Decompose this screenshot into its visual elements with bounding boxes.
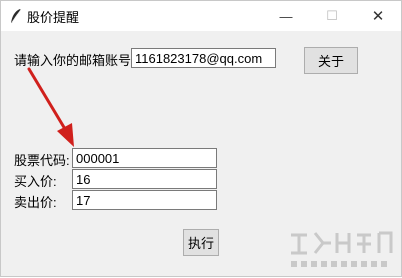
app-window: 股价提醒 — ☐ ✕ 请输入你的邮箱账号: 关于 股票代码: 买入价: 卖出价:… <box>0 0 402 277</box>
maximize-icon: ☐ <box>326 8 338 23</box>
watermark-logo-icon <box>291 231 393 267</box>
title-bar: 股价提醒 — ☐ ✕ <box>1 1 401 31</box>
window-title: 股价提醒 <box>27 10 80 25</box>
email-field[interactable] <box>131 48 276 68</box>
feather-icon <box>11 9 22 24</box>
stock-code-label: 股票代码: <box>14 153 70 168</box>
sell-price-field[interactable] <box>72 190 217 210</box>
sell-price-label: 卖出价: <box>14 195 57 210</box>
minimize-button[interactable]: — <box>263 1 309 31</box>
close-icon: ✕ <box>371 8 385 25</box>
stock-code-field[interactable] <box>72 148 217 168</box>
close-button[interactable]: ✕ <box>355 1 401 31</box>
minimize-icon: — <box>279 8 293 24</box>
buy-price-label: 买入价: <box>14 174 57 189</box>
about-button[interactable]: 关于 <box>304 47 358 74</box>
execute-button[interactable]: 执行 <box>183 229 219 256</box>
maximize-button[interactable]: ☐ <box>309 1 355 31</box>
buy-price-field[interactable] <box>72 169 217 189</box>
email-label: 请输入你的邮箱账号: <box>14 53 135 68</box>
